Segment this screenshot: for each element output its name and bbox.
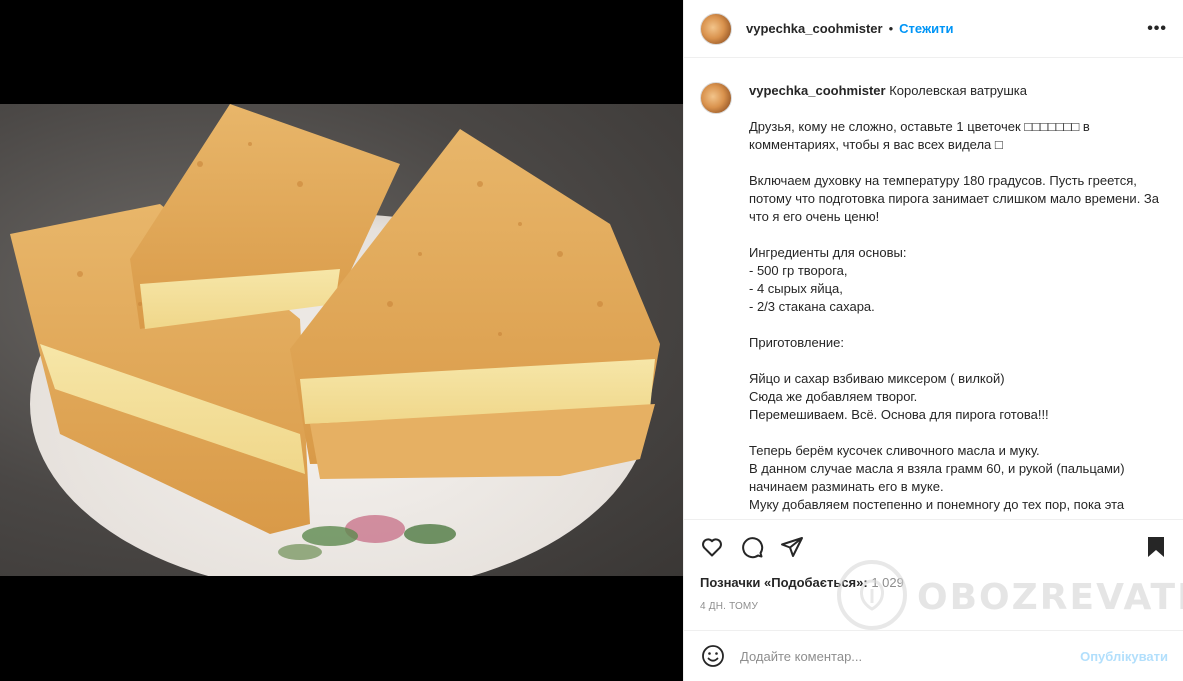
caption-author-avatar[interactable] xyxy=(700,82,732,114)
pastry-image xyxy=(10,104,660,576)
author-avatar[interactable] xyxy=(700,12,732,45)
caption-paragraph: Приготовление: xyxy=(749,335,844,350)
post-media xyxy=(0,0,683,681)
caption-paragraph: Включаем духовку на температуру 180 град… xyxy=(749,173,1160,224)
comment-box: Опублікувати xyxy=(684,630,1183,681)
comment-input[interactable] xyxy=(740,648,1081,664)
smiley-icon[interactable] xyxy=(700,643,726,669)
caption-paragraph: Яйцо и сахар взбиваю миксером ( вилкой) … xyxy=(749,371,1049,422)
post-caption: vypechka_coohmister Королевская ватрушка… xyxy=(749,82,1167,518)
watermark-logo-icon xyxy=(837,560,907,630)
follow-button[interactable]: Стежити xyxy=(899,21,953,36)
caption-paragraph: Друзья, кому не сложно, оставьте 1 цвето… xyxy=(749,119,1090,152)
author-username[interactable]: vypechka_coohmister xyxy=(746,21,883,36)
watermark: OBOZREVATEL xyxy=(837,560,1183,630)
caption-paragraph: Теперь берём кусочек сливочного масла и … xyxy=(749,443,1125,512)
publish-button[interactable]: Опублікувати xyxy=(1080,649,1168,664)
more-options-icon[interactable]: ••• xyxy=(1147,20,1167,38)
comment-icon[interactable] xyxy=(738,533,766,561)
instagram-post: vypechka_coohmister • Стежити ••• vypech… xyxy=(0,0,1183,681)
post-header: vypechka_coohmister • Стежити ••• xyxy=(684,0,1183,58)
paper-plane-icon[interactable] xyxy=(778,533,806,561)
caption-area: vypechka_coohmister Королевская ватрушка… xyxy=(684,58,1183,518)
caption-username[interactable]: vypechka_coohmister xyxy=(749,83,886,98)
bookmark-icon[interactable] xyxy=(1142,533,1170,561)
separator-dot: • xyxy=(888,21,894,36)
post-photo[interactable] xyxy=(0,104,683,576)
caption-title: Королевская ватрушка xyxy=(889,83,1027,98)
watermark-text: OBOZREVATEL xyxy=(917,576,1183,618)
caption-first-line: vypechka_coohmister Королевская ватрушка xyxy=(749,82,1167,100)
heart-icon[interactable] xyxy=(698,533,726,561)
post-sidebar: vypechka_coohmister • Стежити ••• vypech… xyxy=(683,0,1183,681)
caption-paragraph: Ингредиенты для основы: - 500 гр творога… xyxy=(749,245,907,314)
post-timestamp[interactable]: 4 ДН. ТОМУ xyxy=(700,601,758,612)
